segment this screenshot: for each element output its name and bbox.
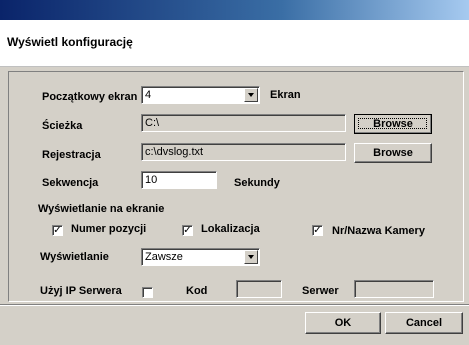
logging-field[interactable]: c:\dvslog.txt — [141, 143, 346, 161]
display-label: Wyświetlanie — [40, 251, 109, 263]
server-field[interactable] — [354, 280, 434, 298]
ok-button[interactable]: OK — [305, 312, 381, 334]
start-screen-label: Początkowy ekran — [42, 91, 138, 103]
sequence-label: Sekwencja — [42, 177, 99, 189]
position-number-checkbox[interactable]: ✓ — [52, 225, 63, 236]
logging-browse-button[interactable]: Browse — [354, 143, 432, 163]
ok-label: OK — [334, 317, 352, 329]
dialog-header: Wyświetl konfigurację — [0, 20, 469, 67]
logging-browse-label: Browse — [373, 147, 413, 159]
location-checkbox[interactable]: ✓ — [182, 225, 193, 236]
camera-name-checkbox[interactable]: ✓ — [312, 225, 323, 236]
check-mark-icon: ✓ — [313, 225, 322, 236]
sequence-value: 10 — [145, 174, 158, 186]
check-mark-icon: ✓ — [53, 225, 62, 236]
code-label: Kod — [186, 285, 208, 297]
logging-label: Rejestracja — [42, 149, 101, 161]
start-screen-value: 4 — [145, 89, 152, 101]
dialog-title: Wyświetl konfigurację — [7, 35, 133, 49]
camera-name-label: Nr/Nazwa Kamery — [332, 225, 425, 237]
path-value: C:\ — [145, 117, 160, 129]
path-browse-button[interactable]: Browse — [354, 114, 432, 134]
path-label: Ścieżka — [42, 120, 83, 132]
footer-separator — [0, 304, 469, 306]
position-number-label: Numer pozycji — [71, 223, 147, 235]
use-server-ip-label: Użyj IP Serwera — [40, 285, 122, 297]
start-screen-select[interactable]: 4 — [141, 86, 260, 104]
location-label: Lokalizacja — [201, 223, 260, 235]
code-field[interactable] — [236, 280, 282, 298]
focus-ring — [358, 118, 427, 129]
onscreen-label: Wyświetlanie na ekranie — [38, 203, 165, 215]
display-select[interactable]: Zawsze — [141, 248, 260, 266]
sequence-suffix: Sekundy — [234, 177, 280, 189]
sequence-input[interactable]: 10 — [141, 171, 217, 189]
check-mark-icon: ✓ — [183, 225, 192, 236]
logging-value: c:\dvslog.txt — [145, 146, 204, 158]
start-screen-suffix: Ekran — [270, 89, 301, 101]
title-bar — [0, 0, 469, 20]
use-server-ip-checkbox[interactable] — [142, 287, 153, 298]
chevron-down-icon[interactable] — [244, 88, 258, 102]
settings-panel: Początkowy ekran 4 Ekran Ścieżka C:\ Bro… — [0, 67, 469, 345]
server-label: Serwer — [302, 285, 339, 297]
cancel-button[interactable]: Cancel — [385, 312, 463, 334]
display-value: Zawsze — [145, 251, 183, 263]
chevron-down-icon[interactable] — [244, 250, 258, 264]
path-field[interactable]: C:\ — [141, 114, 346, 132]
cancel-label: Cancel — [405, 317, 443, 329]
